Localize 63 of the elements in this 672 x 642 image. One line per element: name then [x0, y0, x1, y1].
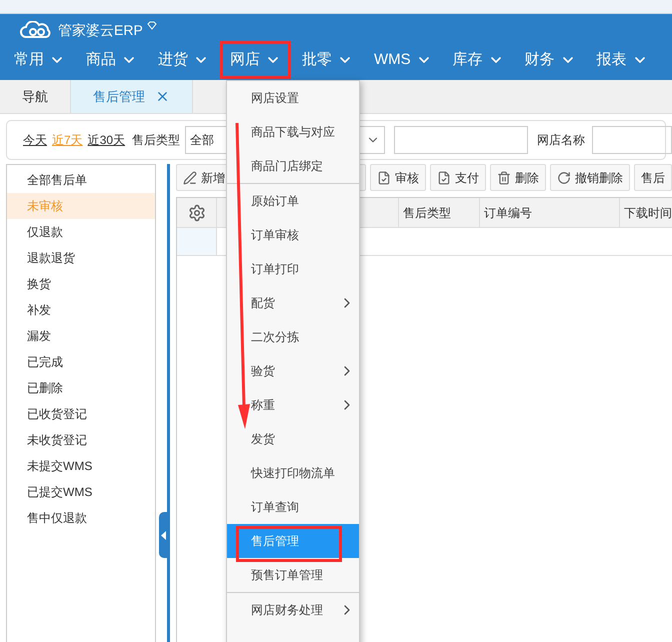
menu-item[interactable]: 预售订单管理 — [227, 558, 359, 592]
diamond-icon — [146, 21, 157, 30]
check-icon — [377, 170, 391, 184]
trash-icon — [497, 170, 511, 184]
sidebar-item[interactable]: 已收货登记 — [7, 401, 155, 427]
sidebar-item[interactable]: 全部售后单 — [7, 167, 155, 193]
column-header: 售后类型 — [399, 198, 480, 227]
triangle-left-icon — [160, 530, 166, 540]
shop-name-label: 网店名称 — [537, 132, 586, 149]
sidebar-item[interactable]: 已提交WMS — [7, 479, 155, 505]
nav-menu-item[interactable]: 进货 — [148, 41, 219, 79]
menu-item[interactable]: 网店财务处理 — [227, 593, 359, 627]
date-range-link[interactable]: 近30天 — [88, 131, 126, 149]
edit-icon — [183, 170, 197, 184]
type-label: 售后类型 — [132, 132, 180, 149]
sidebar-item[interactable]: 退款退货 — [7, 245, 155, 271]
menu-item[interactable]: 配货 — [227, 286, 359, 320]
sidebar-item[interactable]: 漏发 — [7, 323, 155, 349]
sidebar-item[interactable]: 未提交WMS — [7, 453, 155, 479]
input-field[interactable] — [394, 126, 528, 154]
page-tab[interactable]: 售后管理 — [71, 80, 193, 113]
settings-icon[interactable] — [188, 204, 206, 222]
menu-item[interactable]: 商品下载与对应 — [227, 115, 359, 149]
nav-menu-item[interactable]: 商品 — [76, 41, 147, 79]
sidebar-item[interactable]: 已完成 — [7, 349, 155, 375]
nav-menu-item[interactable]: 报表 — [586, 41, 658, 79]
menu-item[interactable]: 订单打印 — [227, 252, 359, 286]
nav-menu-item[interactable]: 库存 — [442, 41, 514, 79]
column-header: 下载时间 — [620, 198, 672, 227]
nav-menu-item[interactable]: 批零 — [292, 41, 363, 79]
check-icon — [437, 170, 451, 184]
menu-item[interactable]: 商品门店绑定 — [227, 149, 359, 183]
toolbar-button[interactable]: 支付 — [430, 164, 486, 191]
column-header: 订单编号 — [480, 198, 620, 227]
menu-item[interactable]: 称重 — [227, 388, 359, 422]
nav-menu-item[interactable]: 财务 — [514, 41, 586, 79]
shop-name-field[interactable] — [592, 126, 672, 154]
toolbar-button[interactable]: 撤销删除 — [550, 164, 630, 191]
menu-item[interactable]: 二次分拣 — [227, 320, 359, 354]
sidebar-item[interactable]: 未收货登记 — [7, 427, 155, 453]
sidebar-item[interactable]: 补发 — [7, 297, 155, 323]
menu-item[interactable]: 网店设置 — [227, 81, 359, 115]
date-range-link[interactable]: 今天 — [23, 131, 47, 149]
sidebar-item[interactable]: 已删除 — [7, 375, 155, 401]
menu-item[interactable]: 原始订单 — [227, 184, 359, 218]
nav-menu-item[interactable]: WMS — [364, 41, 442, 79]
logo-text: 管家婆云ERP — [58, 20, 143, 40]
close-icon[interactable] — [155, 89, 170, 104]
menu-item[interactable]: 快速打印物流单 — [227, 456, 359, 490]
nav-menu-item[interactable]: 常用 — [4, 41, 75, 79]
toolbar-button[interactable]: 删除 — [490, 164, 546, 191]
sidebar-item[interactable]: 换货 — [7, 271, 155, 297]
menu-item[interactable]: 验货 — [227, 354, 359, 388]
sidebar-item[interactable]: 售中仅退款 — [7, 505, 155, 531]
toolbar-button[interactable]: 审核 — [370, 164, 426, 191]
collapse-handle[interactable] — [159, 512, 167, 558]
sidebar-item[interactable]: 仅退款 — [7, 219, 155, 245]
nav-menu-item[interactable]: 网店 — [220, 41, 291, 79]
menu-item[interactable]: 订单审核 — [227, 218, 359, 252]
undo-icon — [557, 170, 571, 184]
toolbar-button[interactable]: 售后 — [634, 164, 672, 191]
menu-item[interactable]: 订单查询 — [227, 490, 359, 524]
menu-item[interactable]: 发货 — [227, 422, 359, 456]
